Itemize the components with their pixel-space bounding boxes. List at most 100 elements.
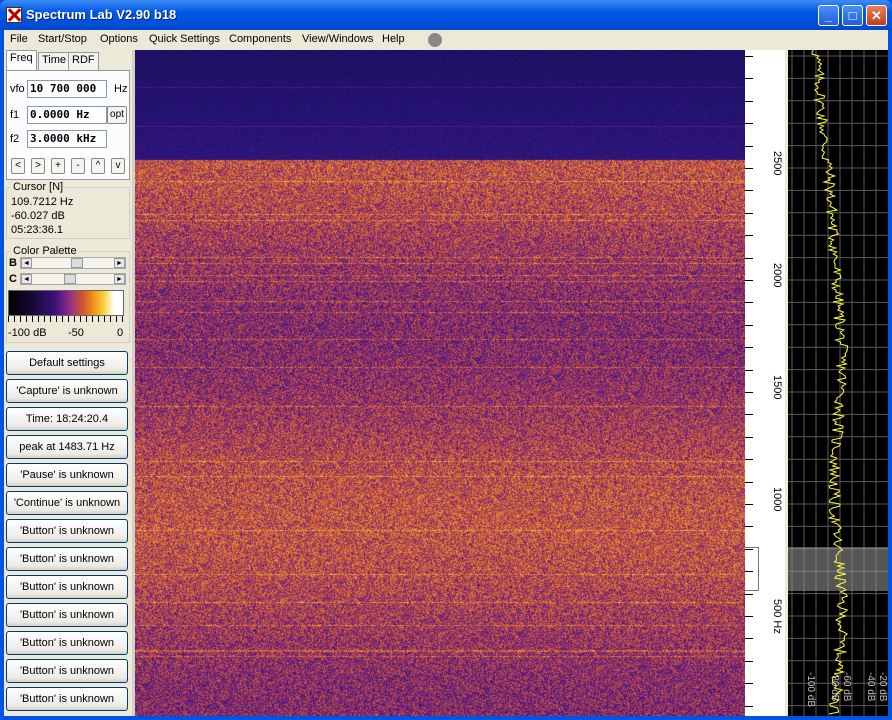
scale-tick [745, 213, 753, 214]
menu-start-stop[interactable]: Start/Stop [38, 33, 87, 45]
user-button[interactable]: 'Button' is unknown [6, 519, 128, 543]
user-button[interactable]: 'Button' is unknown [6, 603, 128, 627]
palette-min-label: -100 dB [8, 327, 47, 339]
frequency-scale[interactable]: 2500 2000 1500 1000 500 Hz [745, 50, 785, 716]
menu-file[interactable]: File [10, 33, 28, 45]
f1-field[interactable]: 0.0000 Hz [27, 106, 107, 124]
f2-field[interactable]: 3.0000 kHz [27, 130, 107, 148]
scale-tick [745, 190, 753, 191]
scale-tick [745, 459, 753, 460]
scale-tick [745, 706, 753, 707]
scroll-right-icon[interactable]: ► [114, 258, 125, 268]
tab-rdf[interactable]: RDF [68, 52, 99, 70]
menu-quick-settings[interactable]: Quick Settings [149, 33, 220, 45]
nav-right-button[interactable]: > [31, 158, 45, 174]
user-button[interactable]: 'Pause' is unknown [6, 463, 128, 487]
scale-tick [745, 168, 753, 169]
zoom-out-button[interactable]: - [71, 158, 85, 174]
nav-left-button[interactable]: < [11, 158, 25, 174]
menu-components[interactable]: Components [229, 33, 291, 45]
menu-help[interactable]: Help [382, 33, 405, 45]
scale-tick [745, 347, 753, 348]
user-button[interactable]: peak at 1483.71 Hz [6, 435, 128, 459]
scale-tick [745, 594, 753, 595]
scroll-left-icon[interactable]: ◄ [21, 274, 32, 284]
scale-tick [745, 661, 753, 662]
tab-freq[interactable]: Freq [6, 50, 37, 71]
level-label: -20 dB [877, 672, 888, 702]
waterfall-display[interactable] [135, 50, 745, 716]
user-button[interactable]: 'Capture' is unknown [6, 379, 128, 403]
frequency-label: 2000 [771, 263, 783, 288]
close-button[interactable]: ✕ [866, 5, 887, 26]
contrast-label: C [9, 273, 17, 285]
color-palette-bar[interactable] [8, 290, 124, 316]
spectrum-graph[interactable]: -100 dB -80 dB -60 dB -40 dB -20 dB [788, 50, 888, 716]
scroll-left-icon[interactable]: ◄ [21, 258, 32, 268]
title-bar[interactable]: Spectrum Lab V2.90 b18 _ □ ✕ [0, 0, 892, 30]
cursor-time: 05:23:36.1 [11, 224, 63, 236]
brightness-slider[interactable]: ◄ ► [20, 257, 126, 269]
menu-options[interactable]: Options [100, 33, 138, 45]
window-title: Spectrum Lab V2.90 b18 [26, 7, 177, 22]
contrast-slider[interactable]: ◄ ► [20, 273, 126, 285]
menu-bar: File Start/Stop Options Quick Settings C… [4, 30, 888, 50]
freq-panel: vfo 10 700 000 Hz f1 0.0000 Hz opt f2 3.… [6, 70, 130, 180]
user-button[interactable]: 'Button' is unknown [6, 547, 128, 571]
frequency-label: 1500 [771, 375, 783, 400]
scale-tick [745, 482, 753, 483]
menu-view-windows[interactable]: View/Windows [302, 33, 373, 45]
brightness-label: B [9, 257, 17, 269]
user-button[interactable]: 'Continue' is unknown [6, 491, 128, 515]
contrast-thumb[interactable] [63, 274, 76, 284]
user-button[interactable]: Time: 18:24:20.4 [6, 407, 128, 431]
user-button[interactable]: 'Button' is unknown [6, 575, 128, 599]
zoom-in-button[interactable]: + [51, 158, 65, 174]
scale-tick [745, 302, 753, 303]
nav-up-button[interactable]: ^ [91, 158, 105, 174]
scale-tick [745, 392, 753, 393]
scale-tick [745, 526, 753, 527]
vfo-field[interactable]: 10 700 000 [27, 80, 107, 98]
scale-tick [745, 638, 753, 639]
frequency-marker[interactable] [745, 547, 759, 591]
level-label: -60 dB [841, 672, 852, 702]
user-button[interactable]: 'Button' is unknown [6, 687, 128, 711]
cursor-group: Cursor [N] 109.7212 Hz -60.027 dB 05:23:… [6, 181, 130, 239]
scale-tick [745, 616, 753, 617]
cursor-title: Cursor [N] [11, 181, 66, 193]
frequency-label: 1000 [771, 487, 783, 512]
scale-tick [745, 683, 753, 684]
scale-tick [745, 437, 753, 438]
scale-tick [745, 235, 753, 236]
f2-label: f2 [10, 133, 20, 145]
palette-mid-label: -50 [68, 327, 84, 339]
nav-down-button[interactable]: v [111, 158, 125, 174]
opt-button[interactable]: opt [107, 106, 127, 124]
app-icon[interactable] [6, 7, 22, 23]
app-window: Spectrum Lab V2.90 b18 _ □ ✕ File Start/… [0, 0, 892, 720]
palette-ticks [8, 316, 124, 322]
scale-tick [745, 414, 753, 415]
brightness-thumb[interactable] [70, 258, 83, 268]
client-area: Freq Time RDF vfo 10 700 000 Hz f1 0.000… [4, 50, 888, 716]
scroll-right-icon[interactable]: ► [114, 274, 125, 284]
scale-tick [745, 504, 753, 505]
f1-label: f1 [10, 109, 20, 121]
frequency-label: 500 Hz [771, 599, 783, 634]
scale-tick [745, 101, 753, 102]
level-label: -40 dB [865, 672, 876, 702]
vfo-unit: Hz [114, 83, 128, 95]
maximize-button[interactable]: □ [842, 5, 863, 26]
scale-tick [745, 123, 753, 124]
default-settings-button[interactable]: Default settings [6, 351, 128, 375]
scale-tick [745, 146, 753, 147]
user-button[interactable]: 'Button' is unknown [6, 659, 128, 683]
palette-max-label: 0 [117, 327, 124, 339]
tab-time[interactable]: Time [38, 52, 71, 70]
minimize-button[interactable]: _ [818, 5, 839, 26]
cursor-frequency: 109.7212 Hz [11, 196, 74, 208]
user-button[interactable]: 'Button' is unknown [6, 631, 128, 655]
frequency-label: 2500 [771, 151, 783, 176]
level-label: -80 dB [829, 672, 840, 702]
